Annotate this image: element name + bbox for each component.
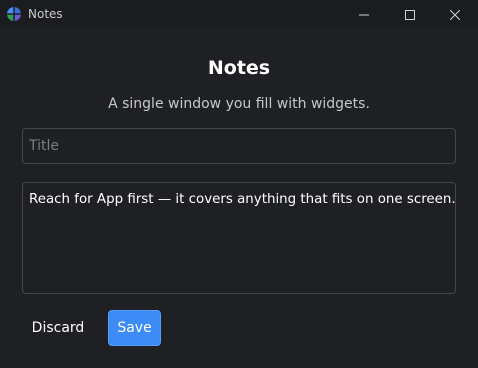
page-title: Notes (207, 57, 271, 79)
maximize-button[interactable] (387, 0, 433, 28)
minimize-button[interactable] (341, 0, 387, 28)
discard-button[interactable]: Discard (22, 310, 94, 346)
window-title: Notes (28, 7, 63, 21)
notes-window: Notes Notes A single window you fill wit… (0, 0, 478, 368)
note-body-textarea[interactable]: Reach for App first — it covers anything… (22, 182, 456, 294)
page-subtitle: A single window you fill with widgets. (108, 96, 370, 112)
notes-app-icon (6, 6, 22, 22)
title-bar[interactable]: Notes (0, 0, 478, 28)
save-button[interactable]: Save (108, 310, 161, 346)
minimize-icon (359, 5, 369, 24)
title-input[interactable] (22, 128, 456, 164)
close-button[interactable] (432, 0, 478, 28)
maximize-icon (405, 5, 415, 24)
close-icon (449, 5, 461, 24)
